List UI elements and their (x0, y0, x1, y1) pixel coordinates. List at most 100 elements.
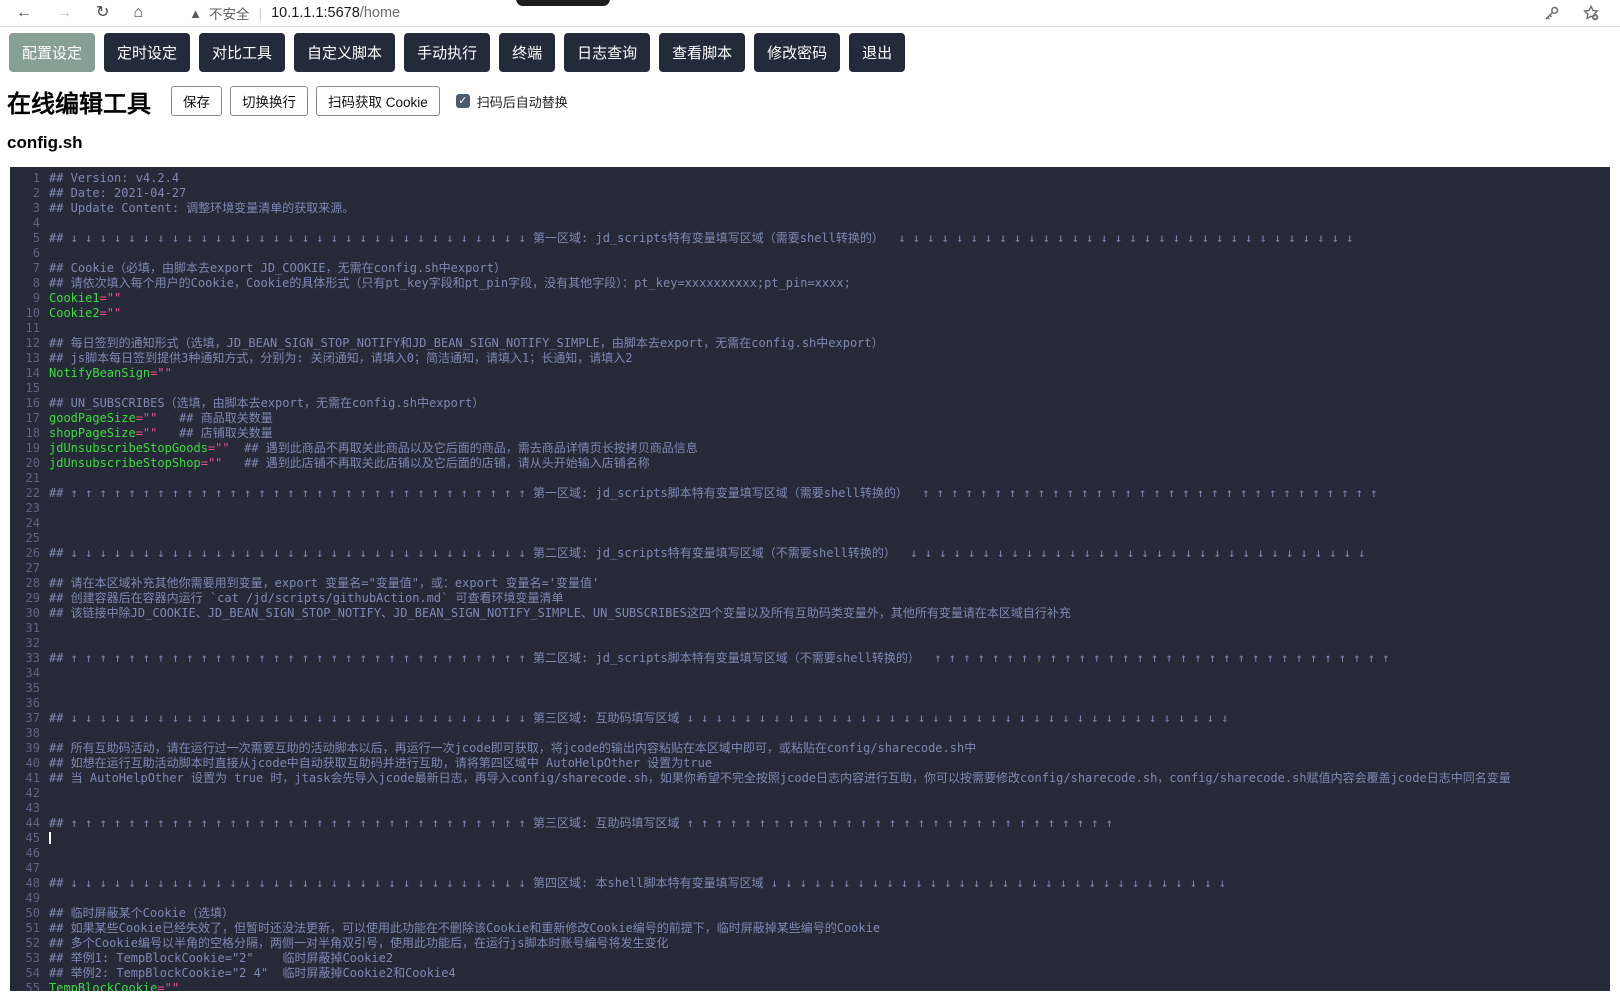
code-line[interactable]: 50## 临时屏蔽某个Cookie（选填） (10, 906, 1610, 921)
back-icon[interactable]: ← (16, 5, 32, 21)
code-line[interactable]: 55TempBlockCookie="" (10, 981, 1610, 991)
code-line[interactable]: 2## Date: 2021-04-27 (10, 186, 1610, 201)
forward-icon[interactable]: → (56, 5, 72, 21)
code-line[interactable]: 54## 举例2: TempBlockCookie="2 4" 临时屏蔽掉Coo… (10, 966, 1610, 981)
nav-compare-tool[interactable]: 对比工具 (199, 33, 285, 72)
code-line[interactable]: 7## Cookie（必填，由脚本去export JD_COOKIE，无需在co… (10, 261, 1610, 276)
code-line[interactable]: 11 (10, 321, 1610, 336)
code-text (40, 891, 49, 906)
editor-toolbar: 在线编辑工具 保存切换换行扫码获取 Cookie ✓ 扫码后自动替换 (7, 85, 1620, 117)
home-icon[interactable]: ⌂ (133, 5, 143, 21)
code-text: goodPageSize="" ## 商品取关数量 (40, 411, 273, 426)
auto-replace-checkbox[interactable]: ✓ (456, 94, 470, 108)
code-line[interactable]: 17goodPageSize="" ## 商品取关数量 (10, 411, 1610, 426)
code-line[interactable]: 49 (10, 891, 1610, 906)
code-line[interactable]: 31 (10, 621, 1610, 636)
code-line[interactable]: 29## 创建容器后在容器内运行 `cat /jd/scripts/github… (10, 591, 1610, 606)
code-line[interactable]: 18shopPageSize="" ## 店铺取关数量 (10, 426, 1610, 441)
line-number: 15 (10, 381, 40, 396)
line-number: 29 (10, 591, 40, 606)
code-line[interactable]: 21 (10, 471, 1610, 486)
nav-manual-run[interactable]: 手动执行 (404, 33, 490, 72)
code-line[interactable]: 34 (10, 666, 1610, 681)
nav-logout[interactable]: 退出 (849, 33, 905, 72)
code-line[interactable]: 19jdUnsubscribeStopGoods="" ## 遇到此商品不再取关… (10, 441, 1610, 456)
code-line[interactable]: 16## UN_SUBSCRIBES（选填，由脚本去export，无需在conf… (10, 396, 1610, 411)
nav-schedule[interactable]: 定时设定 (104, 33, 190, 72)
code-line[interactable]: 51## 如果某些Cookie已经失效了，但暂时还没法更新，可以使用此功能在不删… (10, 921, 1610, 936)
code-text (40, 561, 49, 576)
line-number: 10 (10, 306, 40, 321)
code-text: ## 多个Cookie编号以半角的空格分隔，两侧一对半角双引号，使用此功能后，在… (40, 936, 668, 951)
code-text: ## ↓ ↓ ↓ ↓ ↓ ↓ ↓ ↓ ↓ ↓ ↓ ↓ ↓ ↓ ↓ ↓ ↓ ↓ ↓… (40, 876, 1226, 891)
code-line[interactable]: 15 (10, 381, 1610, 396)
code-line[interactable]: 4 (10, 216, 1610, 231)
code-line[interactable]: 45 (10, 831, 1610, 846)
code-line[interactable]: 37## ↓ ↓ ↓ ↓ ↓ ↓ ↓ ↓ ↓ ↓ ↓ ↓ ↓ ↓ ↓ ↓ ↓ ↓… (10, 711, 1610, 726)
nav-terminal[interactable]: 终端 (499, 33, 555, 72)
code-line[interactable]: 39## 所有互助码活动，请在运行过一次需要互助的活动脚本以后，再运行一次jco… (10, 741, 1610, 756)
code-line[interactable]: 1## Version: v4.2.4 (10, 171, 1610, 186)
nav-custom-script[interactable]: 自定义脚本 (294, 33, 395, 72)
code-line[interactable]: 13## js脚本每日签到提供3种通知方式，分别为: 关闭通知，请填入0；简洁通… (10, 351, 1610, 366)
code-line[interactable]: 22## ↑ ↑ ↑ ↑ ↑ ↑ ↑ ↑ ↑ ↑ ↑ ↑ ↑ ↑ ↑ ↑ ↑ ↑… (10, 486, 1610, 501)
code-line[interactable]: 38 (10, 726, 1610, 741)
code-line[interactable]: 12## 每日签到的通知形式（选填，JD_BEAN_SIGN_STOP_NOTI… (10, 336, 1610, 351)
favorite-star-add-icon[interactable] (1582, 4, 1600, 22)
scan-cookie-button[interactable]: 扫码获取 Cookie (316, 86, 440, 116)
code-line[interactable]: 10Cookie2="" (10, 306, 1610, 321)
code-text (40, 216, 49, 231)
code-line[interactable]: 41## 当 AutoHelpOther 设置为 true 时，jtask会先导… (10, 771, 1610, 786)
toggle-wrap-button[interactable]: 切换换行 (230, 86, 308, 116)
code-line[interactable]: 23 (10, 501, 1610, 516)
code-text (40, 726, 49, 741)
code-line[interactable]: 47 (10, 861, 1610, 876)
code-line[interactable]: 25 (10, 531, 1610, 546)
save-button[interactable]: 保存 (171, 86, 222, 116)
code-line[interactable]: 20jdUnsubscribeStopShop="" ## 遇到此店铺不再取关此… (10, 456, 1610, 471)
code-line[interactable]: 35 (10, 681, 1610, 696)
code-line[interactable]: 33## ↑ ↑ ↑ ↑ ↑ ↑ ↑ ↑ ↑ ↑ ↑ ↑ ↑ ↑ ↑ ↑ ↑ ↑… (10, 651, 1610, 666)
nav-view-script[interactable]: 查看脚本 (659, 33, 745, 72)
code-line[interactable]: 28## 请在本区域补充其他你需要用到变量，export 变量名="变量值"，或… (10, 576, 1610, 591)
code-line[interactable]: 40## 如想在运行互助活动脚本时直接从jcode中自动获取互助码并进行互助，请… (10, 756, 1610, 771)
code-line[interactable]: 14NotifyBeanSign="" (10, 366, 1610, 381)
code-line[interactable]: 42 (10, 786, 1610, 801)
line-number: 22 (10, 486, 40, 501)
code-text (40, 681, 49, 696)
code-line[interactable]: 48## ↓ ↓ ↓ ↓ ↓ ↓ ↓ ↓ ↓ ↓ ↓ ↓ ↓ ↓ ↓ ↓ ↓ ↓… (10, 876, 1610, 891)
password-key-icon[interactable] (1543, 5, 1560, 22)
code-line[interactable]: 52## 多个Cookie编号以半角的空格分隔，两侧一对半角双引号，使用此功能后… (10, 936, 1610, 951)
code-line[interactable]: 44## ↑ ↑ ↑ ↑ ↑ ↑ ↑ ↑ ↑ ↑ ↑ ↑ ↑ ↑ ↑ ↑ ↑ ↑… (10, 816, 1610, 831)
code-line[interactable]: 26## ↓ ↓ ↓ ↓ ↓ ↓ ↓ ↓ ↓ ↓ ↓ ↓ ↓ ↓ ↓ ↓ ↓ ↓… (10, 546, 1610, 561)
browser-tab-fragment[interactable] (516, 0, 610, 6)
code-text: ## js脚本每日签到提供3种通知方式，分别为: 关闭通知，请填入0；简洁通知，… (40, 351, 632, 366)
code-editor[interactable]: 1## Version: v4.2.42## Date: 2021-04-273… (10, 167, 1610, 991)
code-line[interactable]: 24 (10, 516, 1610, 531)
code-line[interactable]: 30## 该链接中除JD_COOKIE、JD_BEAN_SIGN_STOP_NO… (10, 606, 1610, 621)
code-line[interactable]: 8## 请依次填入每个用户的Cookie，Cookie的具体形式（只有pt_ke… (10, 276, 1610, 291)
code-line[interactable]: 27 (10, 561, 1610, 576)
nav-config[interactable]: 配置设定 (9, 33, 95, 72)
line-number: 1 (10, 171, 40, 186)
code-line[interactable]: 6 (10, 246, 1610, 261)
reload-icon[interactable]: ↻ (96, 5, 109, 21)
line-number: 13 (10, 351, 40, 366)
line-number: 14 (10, 366, 40, 381)
code-line[interactable]: 43 (10, 801, 1610, 816)
code-line[interactable]: 36 (10, 696, 1610, 711)
line-number: 36 (10, 696, 40, 711)
code-line[interactable]: 3## Update Content: 调整环境变量清单的获取来源。 (10, 201, 1610, 216)
code-line[interactable]: 53## 举例1: TempBlockCookie="2" 临时屏蔽掉Cooki… (10, 951, 1610, 966)
code-line[interactable]: 9Cookie1="" (10, 291, 1610, 306)
line-number: 48 (10, 876, 40, 891)
line-number: 30 (10, 606, 40, 621)
code-line[interactable]: 5## ↓ ↓ ↓ ↓ ↓ ↓ ↓ ↓ ↓ ↓ ↓ ↓ ↓ ↓ ↓ ↓ ↓ ↓ … (10, 231, 1610, 246)
address-bar[interactable]: ▲ 不安全 | 10.1.1.1:5678/home (189, 3, 1543, 23)
nav-change-password[interactable]: 修改密码 (754, 33, 840, 72)
code-line[interactable]: 46 (10, 846, 1610, 861)
code-text (40, 531, 49, 546)
code-text: ## Update Content: 调整环境变量清单的获取来源。 (40, 201, 354, 216)
code-line[interactable]: 32 (10, 636, 1610, 651)
nav-log-query[interactable]: 日志查询 (564, 33, 650, 72)
